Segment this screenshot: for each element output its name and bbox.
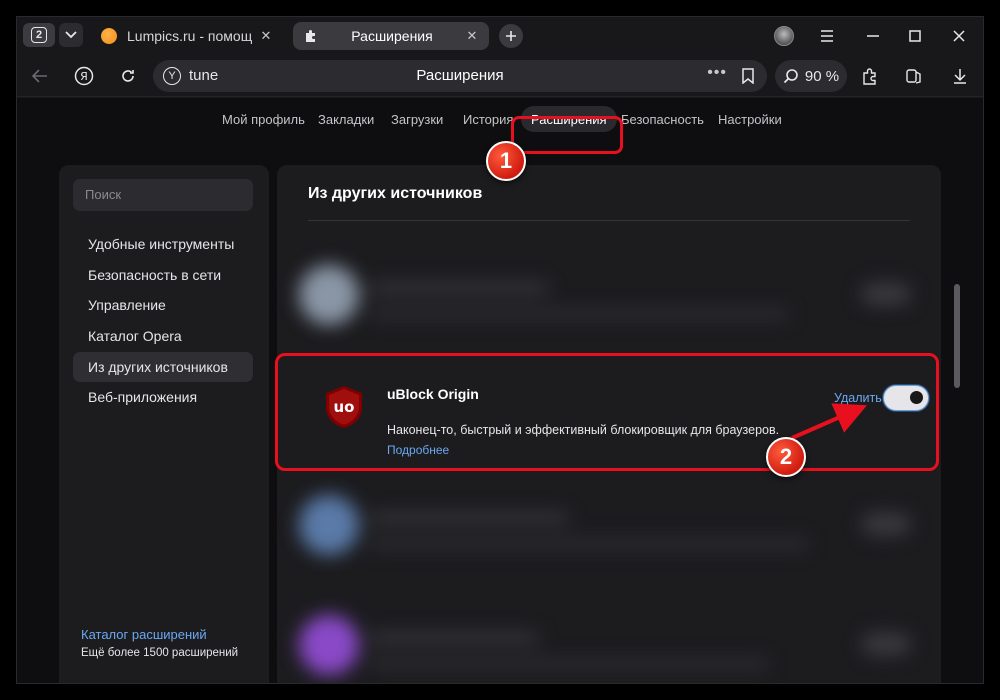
settings-top-nav: Мой профиль Закладки Загрузки История Ра… bbox=[17, 98, 983, 144]
section-title: Из других источников bbox=[308, 185, 483, 202]
chevron-down-icon bbox=[65, 31, 77, 39]
sidebar: Поиск Удобные инструменты Безопасность в… bbox=[59, 165, 269, 683]
profile-avatar[interactable] bbox=[774, 26, 794, 46]
search-input[interactable]: Поиск bbox=[73, 179, 253, 211]
tab-count: 2 bbox=[31, 27, 47, 43]
page-title: Расширения bbox=[416, 67, 504, 84]
minimize-icon bbox=[867, 35, 879, 37]
scrollbar[interactable] bbox=[954, 284, 960, 388]
puzzle-icon bbox=[306, 30, 315, 42]
download-icon bbox=[954, 69, 966, 84]
extensions-catalog-link[interactable]: Каталог расширений bbox=[81, 627, 207, 642]
lumpics-favicon-icon bbox=[101, 28, 117, 44]
zoom-button[interactable]: 90 % bbox=[775, 60, 847, 92]
nav-item-settings[interactable]: Настройки bbox=[718, 112, 782, 127]
tab-title: Расширения bbox=[351, 28, 433, 44]
collections-button[interactable] bbox=[899, 61, 929, 91]
reload-icon bbox=[122, 70, 134, 82]
nav-item-history[interactable]: История bbox=[463, 112, 513, 127]
tab-lumpics[interactable]: Lumpics.ru - помощь с ком ✕ bbox=[91, 22, 283, 50]
sidebar-item-security[interactable]: Безопасность в сети bbox=[73, 260, 253, 290]
nav-item-bookmarks[interactable]: Закладки bbox=[318, 112, 374, 127]
browser-window: 2 Lumpics.ru - помощь с ком ✕ Расширения… bbox=[16, 16, 984, 684]
zoom-level: 90 % bbox=[804, 67, 840, 85]
minimize-button[interactable] bbox=[855, 22, 891, 50]
tab-bar: 2 Lumpics.ru - помощь с ком ✕ Расширения… bbox=[17, 17, 983, 55]
svg-text:Я: Я bbox=[80, 70, 88, 83]
extensions-button[interactable] bbox=[855, 61, 885, 91]
yandex-logo-icon: Я bbox=[74, 66, 94, 86]
annotation-highlight-extension-card bbox=[275, 353, 939, 471]
close-window-button[interactable] bbox=[941, 22, 977, 50]
sidebar-item-other-sources[interactable]: Из других источников bbox=[73, 352, 253, 382]
sidebar-item-web-apps[interactable]: Веб-приложения bbox=[73, 382, 253, 412]
menu-button[interactable] bbox=[809, 22, 845, 50]
annotation-badge-2: 2 bbox=[766, 437, 806, 477]
puzzle-icon bbox=[863, 68, 876, 85]
navigation-bar: Я Y tune Расширения ••• 90 % bbox=[17, 55, 983, 97]
address-bar[interactable]: Y tune Расширения ••• bbox=[153, 60, 767, 92]
maximize-button[interactable] bbox=[897, 22, 933, 50]
tab-list-button[interactable] bbox=[59, 23, 83, 47]
hamburger-icon bbox=[821, 30, 833, 42]
extensions-catalog-subtitle: Ещё более 1500 расширений bbox=[81, 647, 239, 659]
tab-title: Lumpics.ru - помощь с ком bbox=[127, 28, 253, 44]
new-tab-button[interactable] bbox=[499, 24, 523, 48]
bookmark-icon[interactable] bbox=[741, 68, 755, 84]
close-icon bbox=[953, 30, 965, 42]
close-icon[interactable]: ✕ bbox=[259, 28, 273, 43]
sidebar-item-management[interactable]: Управление bbox=[73, 290, 253, 320]
nav-item-downloads[interactable]: Загрузки bbox=[391, 112, 443, 127]
downloads-button[interactable] bbox=[945, 61, 975, 91]
nav-item-profile[interactable]: Мой профиль bbox=[222, 112, 305, 127]
tab-extensions[interactable]: Расширения ✕ bbox=[293, 22, 489, 50]
zoom-icon bbox=[783, 69, 798, 84]
annotation-highlight-extensions-tab bbox=[511, 116, 623, 154]
divider bbox=[308, 220, 910, 221]
sidebar-item-tools[interactable]: Удобные инструменты bbox=[73, 229, 253, 259]
annotation-badge-1: 1 bbox=[486, 141, 526, 181]
more-dots-icon[interactable]: ••• bbox=[707, 64, 727, 82]
reload-button[interactable] bbox=[113, 61, 143, 91]
collections-icon bbox=[906, 69, 921, 84]
close-icon[interactable]: ✕ bbox=[465, 28, 479, 43]
nav-item-security[interactable]: Безопасность bbox=[621, 112, 704, 127]
tab-counter-button[interactable]: 2 bbox=[23, 23, 55, 47]
yandex-button[interactable]: Я bbox=[69, 61, 99, 91]
sidebar-item-opera-catalog[interactable]: Каталог Opera bbox=[73, 321, 253, 351]
back-button[interactable] bbox=[25, 61, 55, 91]
maximize-icon bbox=[909, 30, 921, 42]
plus-icon bbox=[506, 31, 516, 41]
arrow-left-icon bbox=[32, 69, 47, 83]
